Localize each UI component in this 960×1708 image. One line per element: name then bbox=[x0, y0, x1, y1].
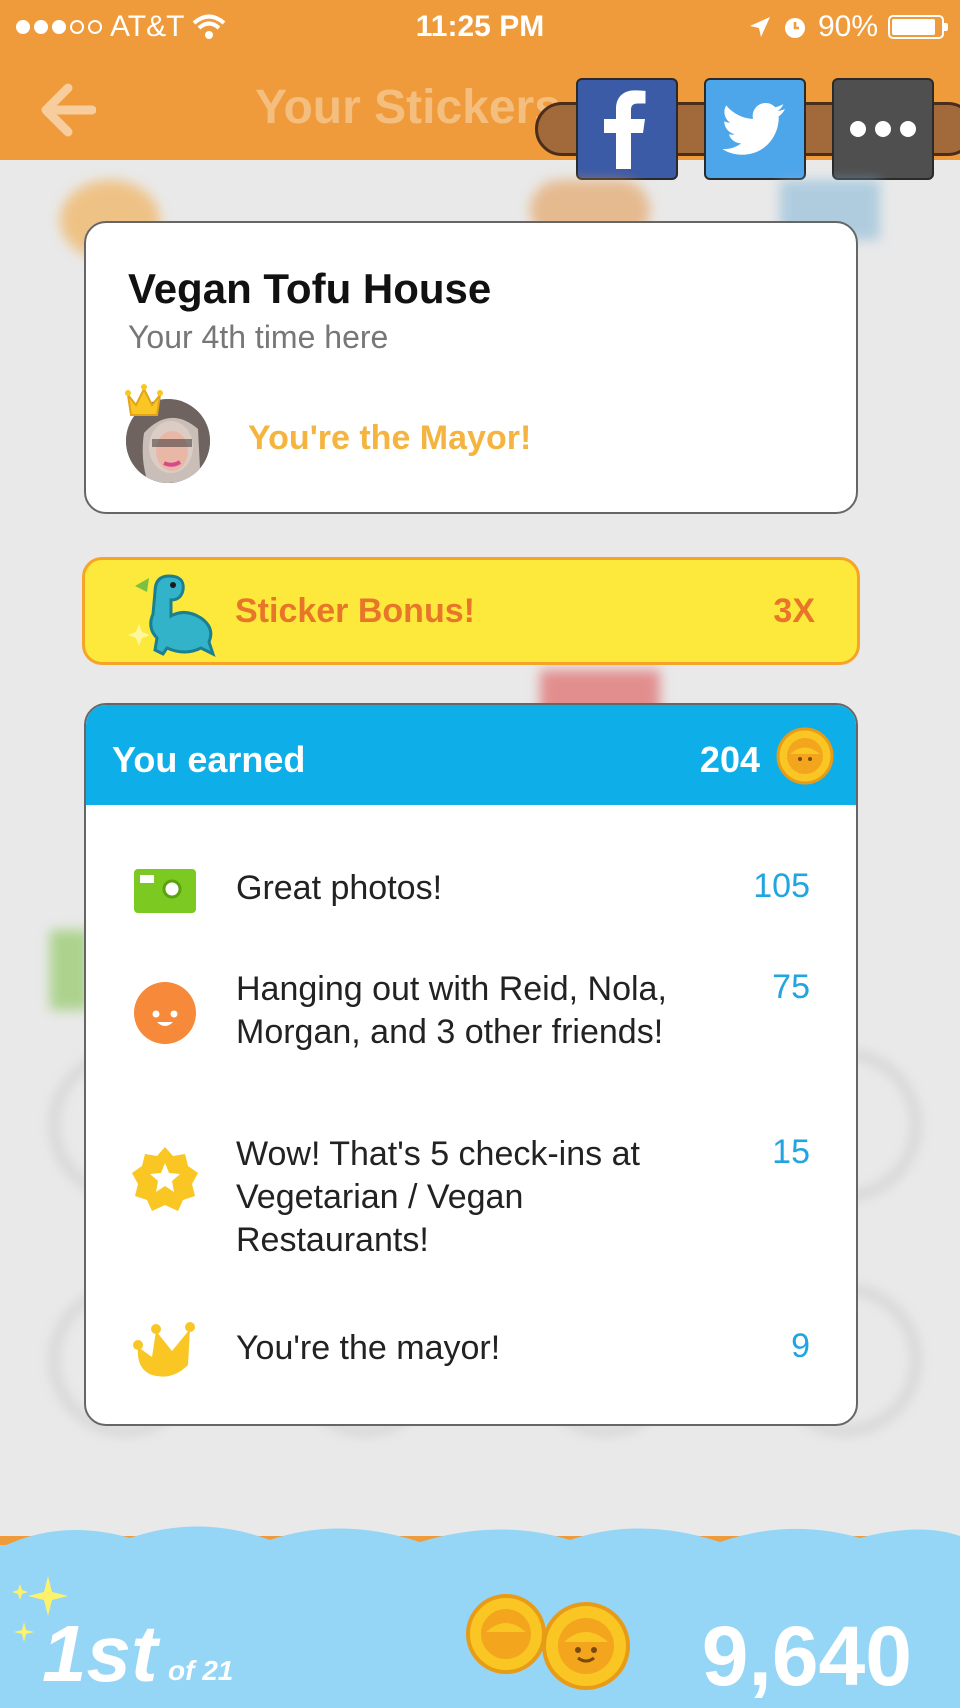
dinosaur-sticker-icon bbox=[128, 574, 216, 657]
back-arrow-icon[interactable] bbox=[40, 82, 96, 138]
leaderboard-size: of 21 bbox=[168, 1655, 234, 1686]
facebook-share-button[interactable] bbox=[576, 78, 678, 180]
earned-total: 204 bbox=[699, 739, 760, 780]
sticker-bonus-label: Sticker Bonus! bbox=[235, 592, 475, 630]
venue-card: Vegan Tofu House Your 4th time here You'… bbox=[84, 221, 858, 514]
status-bar: AT&T 11:25 PM 90% bbox=[0, 0, 960, 52]
smiley-face-icon bbox=[134, 982, 196, 1044]
visit-count-label: Your 4th time here bbox=[128, 319, 389, 355]
star-badge-icon bbox=[132, 1147, 198, 1211]
venue-name[interactable]: Vegan Tofu House bbox=[128, 265, 491, 313]
earned-header: You earned 204 bbox=[86, 705, 856, 805]
earned-reason: Wow! That's 5 check-ins at Vegetarian / … bbox=[236, 1135, 640, 1259]
status-right-group: 90% bbox=[748, 10, 948, 44]
more-options-button[interactable] bbox=[832, 78, 934, 180]
earned-points: 105 bbox=[753, 867, 810, 905]
earned-points: 75 bbox=[772, 968, 810, 1006]
battery-icon bbox=[888, 15, 948, 39]
bonus-multiplier: 3X bbox=[773, 592, 815, 630]
alarm-clock-icon bbox=[784, 18, 805, 38]
mayor-crown-icon bbox=[125, 384, 163, 416]
facebook-icon bbox=[604, 90, 646, 169]
twitter-icon bbox=[723, 103, 785, 155]
earned-points: 15 bbox=[772, 1133, 810, 1171]
total-coins: 9,640 bbox=[701, 1609, 912, 1703]
battery-percent: 90% bbox=[817, 10, 878, 43]
ellipsis-icon bbox=[850, 121, 916, 137]
battery-fill bbox=[892, 19, 936, 35]
mayor-status: You're the Mayor! bbox=[248, 419, 532, 457]
earned-reason: You're the mayor! bbox=[236, 1329, 501, 1367]
earned-title: You earned bbox=[112, 739, 306, 780]
camera-icon bbox=[134, 869, 196, 913]
earned-points: 9 bbox=[791, 1327, 810, 1365]
leaderboard-rank: 1st bbox=[42, 1609, 158, 1698]
twitter-share-button[interactable] bbox=[704, 78, 806, 180]
sticker-bonus-bar: Sticker Bonus! 3X bbox=[82, 557, 860, 665]
earned-reason: Hanging out with Reid, Nola, Morgan, and… bbox=[236, 970, 667, 1051]
coin-icon bbox=[776, 727, 834, 785]
page-title: Your Stickers bbox=[255, 81, 561, 134]
location-arrow-icon bbox=[749, 17, 770, 37]
earned-panel: You earned 204 Great photos! 105 Hanging… bbox=[84, 703, 858, 1426]
coin-stack-icon bbox=[466, 1594, 630, 1690]
crown-icon bbox=[133, 1322, 195, 1377]
earned-reason: Great photos! bbox=[236, 869, 443, 907]
